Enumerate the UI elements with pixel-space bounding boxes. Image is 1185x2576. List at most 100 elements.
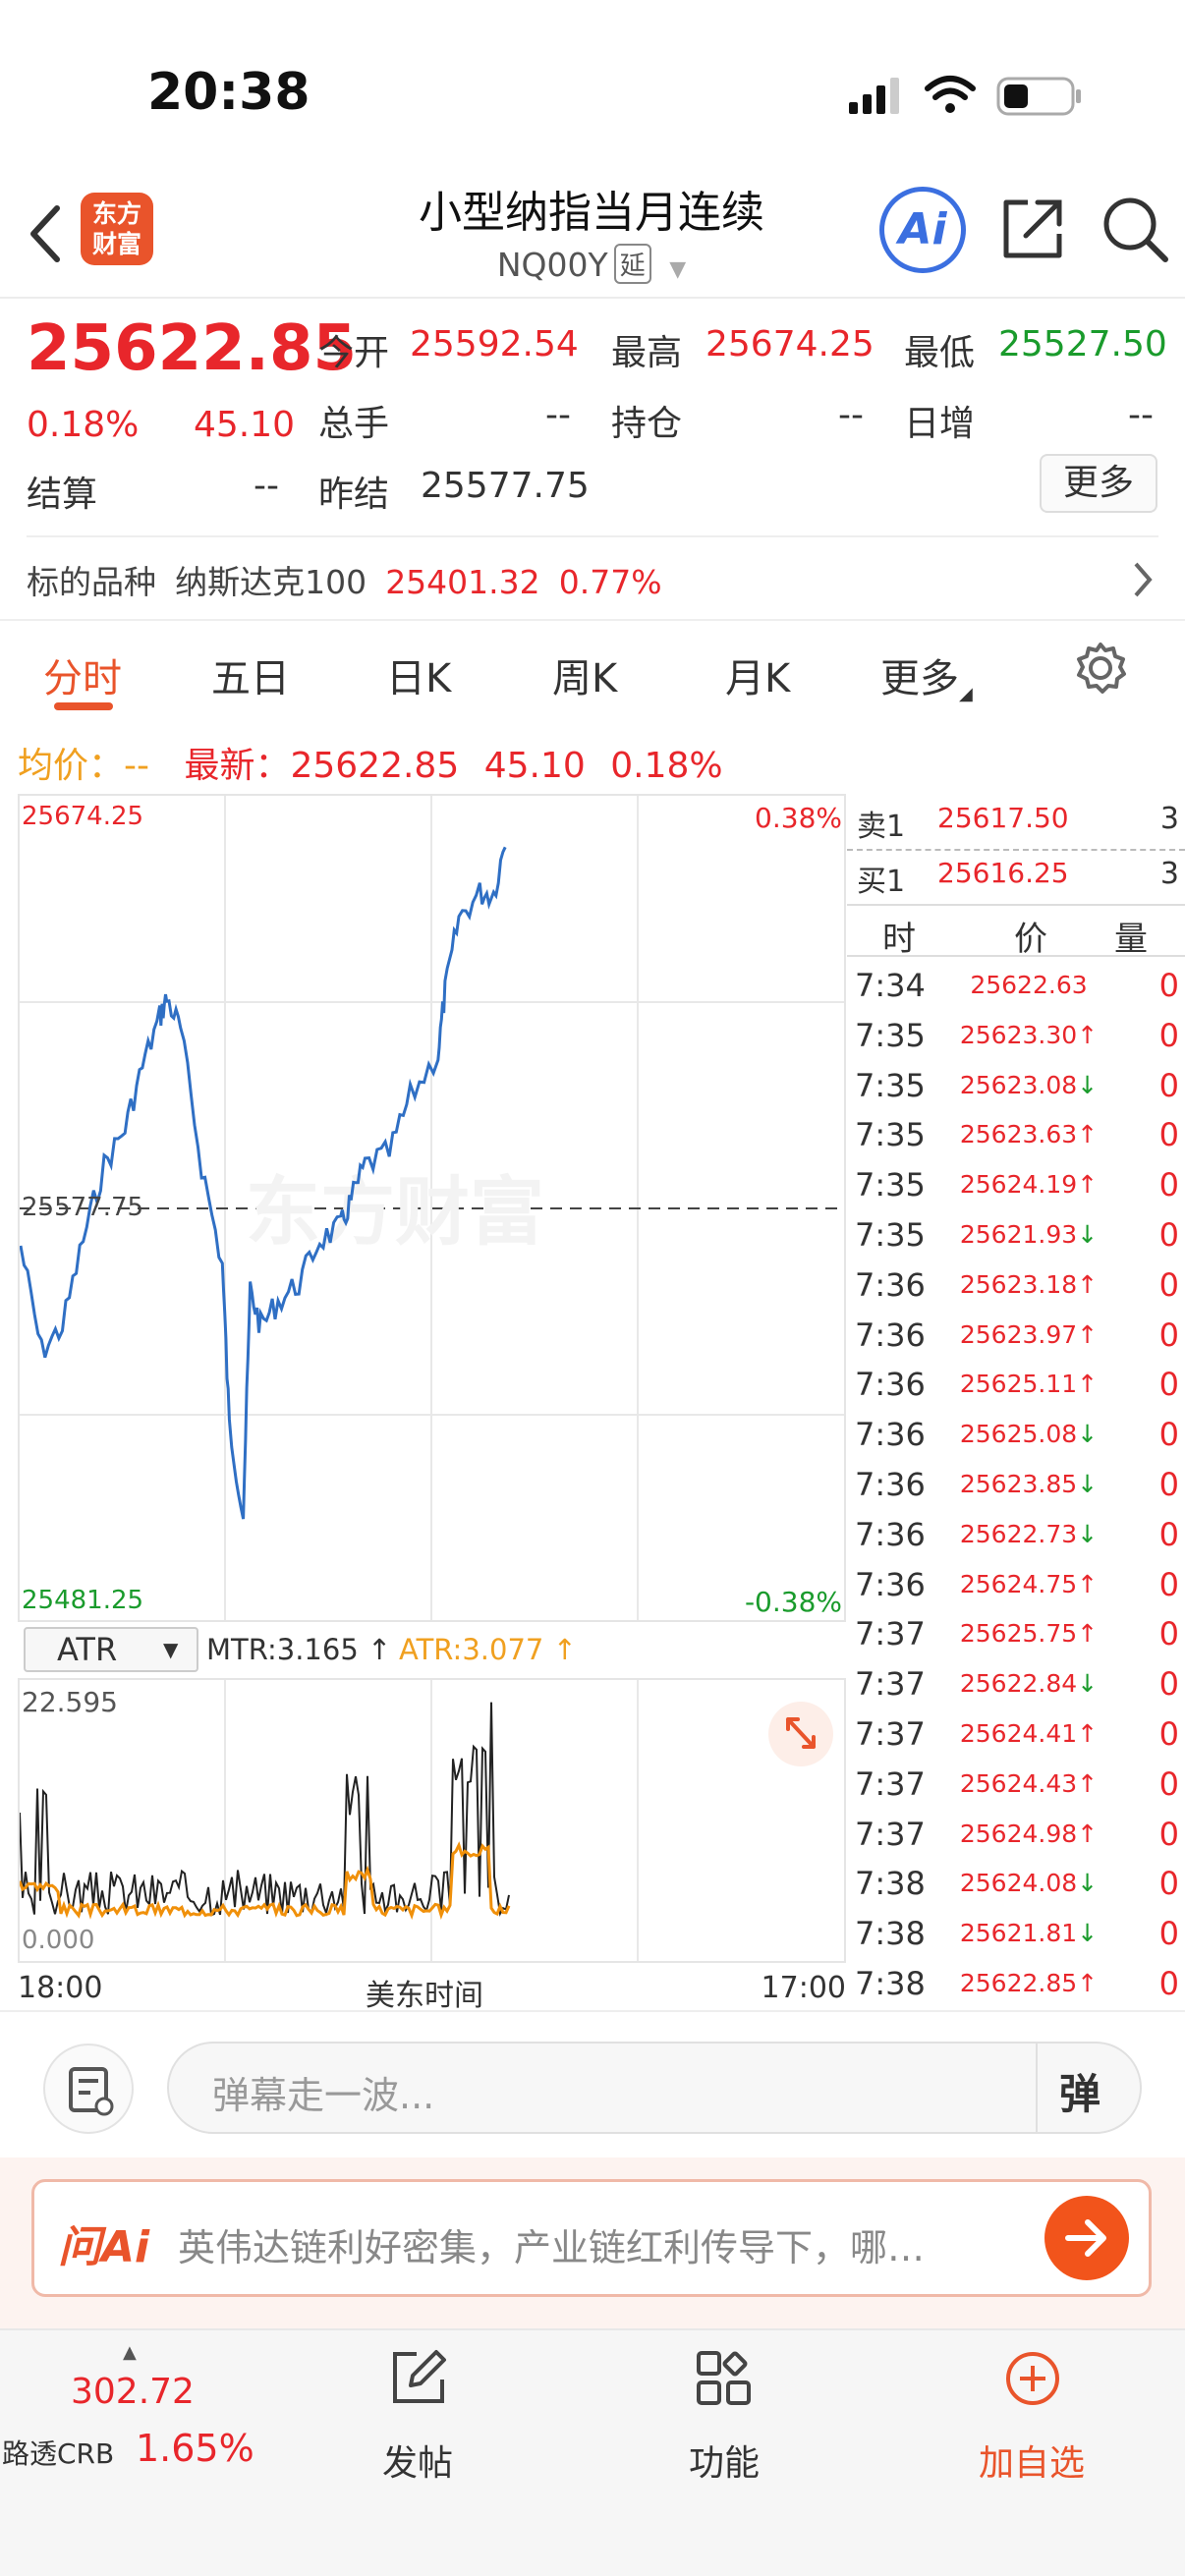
tick-price-text: 25623.85 (959, 1470, 1078, 1498)
arrow-down-icon: ↓ (1077, 1869, 1099, 1898)
pct-top-label: 0.38% (755, 802, 842, 834)
arrow-up-icon: ↑ (1077, 1569, 1099, 1598)
tick-price: 25624.75↑ (931, 1570, 1127, 1598)
add-watchlist-button[interactable]: 加自选 (963, 2348, 1100, 2495)
intraday-chart[interactable]: 东方财富 25674.25 25577.75 25481.25 0.38% -0… (18, 794, 846, 1622)
tick-volume: 0 (1158, 967, 1179, 1004)
tick-price: 25622.85↑ (931, 1969, 1127, 1997)
tick-price: 25622.63 (931, 971, 1127, 999)
tick-price: 25624.08↓ (931, 1869, 1127, 1897)
dropdown-icon: ▼ (163, 1638, 179, 1661)
crb-value: 302.72 (71, 2372, 195, 2412)
crb-label: 路透CRB (2, 2437, 115, 2470)
tick-time: 7:35 (855, 1166, 926, 1204)
tick-volume: 0 (1158, 1265, 1179, 1304)
change-value: 45.10 (194, 405, 296, 445)
sell-1-vol: 3 (1159, 802, 1179, 836)
tick-row: 7:36 25625.08↓ 0 (847, 1410, 1185, 1460)
app-logo: 东方 财富 (81, 193, 153, 265)
high-value: 25674.25 (705, 324, 875, 364)
tick-price: 25623.97↑ (931, 1320, 1127, 1349)
order-book: 卖1 25617.50 3 买1 25616.25 3 时 价 量 7:34 25… (847, 794, 1185, 2002)
search-icon[interactable] (1100, 195, 1171, 265)
crb-widget[interactable]: ▲ 302.72 路透CRB 1.65% (0, 2342, 265, 2490)
tick-price: 25624.19↑ (931, 1170, 1127, 1199)
back-arrow-icon[interactable] (26, 204, 65, 263)
ai-prompt-bar[interactable]: 问Ai 英伟达链利好密集，产业链红利传导下，哪… (31, 2179, 1152, 2297)
indicator-select[interactable]: ATR ▼ (24, 1627, 198, 1672)
arrow-up-icon: ↑ (1077, 1020, 1099, 1049)
tab-month-k[interactable]: 月K (725, 646, 790, 703)
underlying-row[interactable]: 标的品种 纳斯达克100 25401.32 0.77% (27, 556, 1158, 615)
share-icon[interactable] (998, 195, 1067, 263)
tick-price-text: 25624.19 (959, 1170, 1078, 1200)
danmu-input[interactable]: 弹幕走一波... 弹 (167, 2042, 1142, 2134)
tick-price-text: 25623.30 (959, 1020, 1078, 1049)
status-time: 20:38 (147, 63, 310, 122)
tick-row: 7:37 25625.75↑ 0 (847, 1609, 1185, 1659)
tick-volume: 0 (1158, 1166, 1179, 1204)
tick-row: 7:36 25623.85↓ 0 (847, 1460, 1185, 1510)
avg-value: -- (124, 746, 149, 786)
tick-price-text: 25624.43 (959, 1768, 1078, 1798)
tab-five-day[interactable]: 五日 (211, 646, 290, 703)
settings-gear-icon[interactable] (1073, 641, 1128, 696)
danmu-toggle-button[interactable]: 弹 (1059, 2061, 1100, 2121)
time-axis: 18:00 美东时间 17:00 (18, 1967, 846, 2013)
arrow-up-icon: ↑ (1077, 1269, 1099, 1299)
tick-time: 7:37 (855, 1615, 926, 1653)
x-mid-label: 美东时间 (366, 1979, 483, 2013)
latest-value: 25622.85 (290, 746, 460, 786)
tab-more[interactable]: 更多◢ (880, 646, 973, 704)
tab-week-k[interactable]: 周K (552, 646, 617, 703)
edit-icon (393, 2350, 446, 2403)
tab-intraday[interactable]: 分时 (43, 646, 122, 703)
y-bottom-label: 25481.25 (22, 1586, 144, 1615)
tick-time: 7:36 (855, 1416, 926, 1454)
bottom-bar: ▲ 302.72 路透CRB 1.65% 发帖 功能 加自选 (0, 2328, 1185, 2576)
tick-time: 7:36 (855, 1466, 926, 1503)
tick-price-text: 25622.73 (959, 1519, 1078, 1548)
plus-circle-icon (1006, 2352, 1059, 2405)
atr-max-label: 22.595 (22, 1686, 118, 1718)
atr-min-label: 0.000 (22, 1926, 95, 1955)
post-button[interactable]: 发帖 (354, 2348, 481, 2495)
delay-tag: 延 (613, 244, 651, 284)
expand-button[interactable] (768, 1702, 833, 1766)
tab-day-k[interactable]: 日K (386, 646, 451, 703)
tick-time: 7:35 (855, 1116, 926, 1154)
tick-volume: 0 (1158, 1865, 1179, 1903)
arrow-up-icon: ↑ (1077, 1319, 1099, 1349)
tick-row: 7:35 25624.19↑ 0 (847, 1160, 1185, 1210)
avg-price-row: 均价：-- 最新：25622.85 45.10 0.18% (18, 737, 723, 788)
tick-time: 7:34 (855, 967, 926, 1004)
tick-volume: 0 (1158, 1515, 1179, 1553)
notes-icon (69, 2067, 114, 2116)
atr-chart[interactable]: 22.595 0.000 (18, 1678, 846, 1963)
more-button[interactable]: 更多 (1040, 454, 1157, 513)
underlying-price: 25401.32 (385, 563, 540, 601)
code-text: NQ00Y (496, 246, 608, 284)
tick-volume: 0 (1158, 1366, 1179, 1404)
notes-button[interactable] (43, 2044, 134, 2134)
tick-row: 7:36 25623.97↑ 0 (847, 1311, 1185, 1361)
arrow-up-icon: ↑ (1077, 1170, 1099, 1200)
tick-volume: 0 (1158, 1016, 1179, 1054)
last-price: 25622.85 (27, 312, 358, 385)
ai-button[interactable]: Ai (879, 187, 966, 273)
ai-send-button[interactable] (1044, 2196, 1129, 2280)
function-button[interactable]: 功能 (660, 2348, 788, 2495)
expand-icon (786, 1717, 816, 1749)
tick-volume: 0 (1158, 1715, 1179, 1753)
tick-price-text: 25623.18 (959, 1269, 1078, 1299)
tick-price-text: 25625.11 (959, 1370, 1078, 1399)
danmu-placeholder: 弹幕走一波... (212, 2074, 435, 2117)
buy-1-label: 买1 (857, 865, 906, 899)
underlying-pct: 0.77% (558, 563, 662, 601)
tick-time: 7:38 (855, 1915, 926, 1953)
post-label: 发帖 (381, 2443, 453, 2484)
tick-price-text: 25621.81 (959, 1919, 1078, 1948)
tick-price: 25625.75↑ (931, 1619, 1127, 1648)
settle-label: 结算 (27, 475, 98, 515)
instrument-code[interactable]: NQ00Y 延 ▼ (295, 244, 888, 284)
